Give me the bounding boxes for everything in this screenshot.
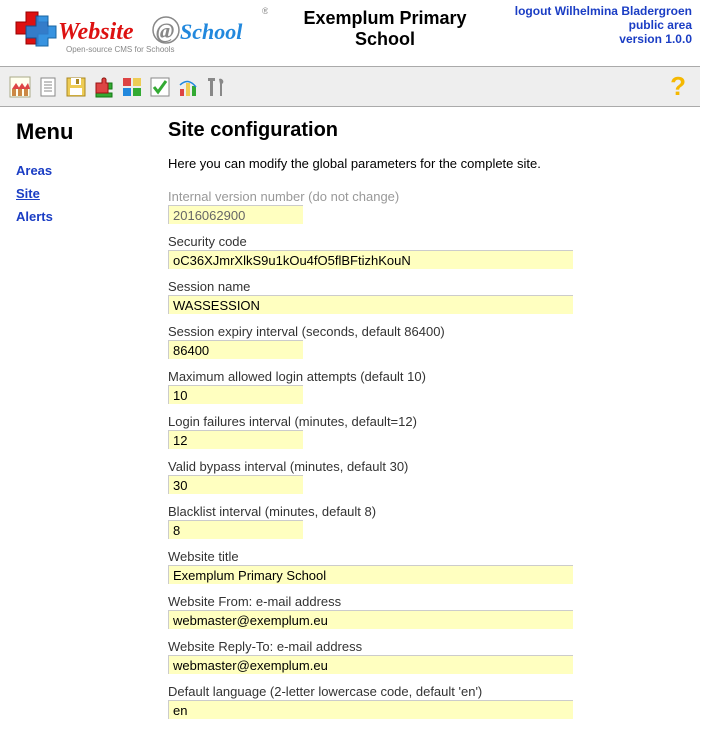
svg-text:Website: Website: [58, 19, 134, 45]
public-area-link[interactable]: public area: [629, 18, 692, 32]
field: Blacklist interval (minutes, default 8): [168, 504, 684, 539]
field: Internal version number (do not change): [168, 189, 684, 224]
sidebar-item-alerts[interactable]: Alerts: [16, 209, 152, 224]
version-label: version 1.0.0: [619, 32, 692, 46]
title-area: Exemplum Primary School: [278, 4, 492, 50]
field-input[interactable]: [168, 475, 303, 494]
field-label: Internal version number (do not change): [168, 189, 684, 204]
field-input[interactable]: [168, 340, 303, 359]
field-input[interactable]: [168, 655, 573, 674]
logo-area: Website @ School ® Open-source CMS for S…: [8, 4, 278, 62]
svg-text:®: ®: [262, 6, 268, 16]
field-label: Session name: [168, 279, 684, 294]
sidebar-item-site[interactable]: Site: [16, 186, 152, 201]
field: Website title: [168, 549, 684, 584]
school-name: Exemplum Primary School: [278, 4, 492, 50]
modules-icon[interactable]: [120, 75, 144, 99]
toolbar: ?: [0, 66, 700, 107]
toolbar-left: [8, 75, 228, 99]
puzzle-icon[interactable]: [92, 75, 116, 99]
field-input[interactable]: [168, 700, 573, 719]
help-icon[interactable]: ?: [664, 71, 692, 102]
svg-text:@: @: [156, 18, 174, 43]
field-input[interactable]: [168, 520, 303, 539]
field-label: Session expiry interval (seconds, defaul…: [168, 324, 684, 339]
sidebar-item-areas[interactable]: Areas: [16, 163, 152, 178]
logo[interactable]: Website @ School ® Open-source CMS for S…: [8, 4, 278, 62]
home-icon[interactable]: [8, 75, 32, 99]
field: Website From: e-mail address: [168, 594, 684, 629]
page-title: Site configuration: [168, 119, 684, 142]
field: Session expiry interval (seconds, defaul…: [168, 324, 684, 359]
field: Default language (2-letter lowercase cod…: [168, 684, 684, 719]
field: Website Reply-To: e-mail address: [168, 639, 684, 674]
field: Valid bypass interval (minutes, default …: [168, 459, 684, 494]
field-label: Login failures interval (minutes, defaul…: [168, 414, 684, 429]
field: Maximum allowed login attempts (default …: [168, 369, 684, 404]
field-label: Valid bypass interval (minutes, default …: [168, 459, 684, 474]
header: Website @ School ® Open-source CMS for S…: [0, 0, 700, 66]
field-label: Blacklist interval (minutes, default 8): [168, 504, 684, 519]
content: Site configuration Here you can modify t…: [160, 107, 700, 749]
svg-text:Open-source CMS for Schools: Open-source CMS for Schools: [66, 45, 175, 54]
tools-icon[interactable]: [204, 75, 228, 99]
sidebar: Menu Areas Site Alerts: [0, 107, 160, 749]
field-label: Website title: [168, 549, 684, 564]
stats-icon[interactable]: [176, 75, 200, 99]
user-area: logout Wilhelmina Bladergroen public are…: [492, 4, 692, 46]
field-label: Website From: e-mail address: [168, 594, 684, 609]
field-label: Website Reply-To: e-mail address: [168, 639, 684, 654]
field-input: [168, 205, 303, 224]
field-label: Maximum allowed login attempts (default …: [168, 369, 684, 384]
field: Session name: [168, 279, 684, 314]
svg-text:School: School: [180, 19, 243, 44]
check-icon[interactable]: [148, 75, 172, 99]
document-icon[interactable]: [36, 75, 60, 99]
field-label: Default language (2-letter lowercase cod…: [168, 684, 684, 699]
field-input[interactable]: [168, 250, 573, 269]
logout-link[interactable]: logout Wilhelmina Bladergroen: [515, 4, 692, 18]
menu-title: Menu: [16, 119, 152, 145]
field-input[interactable]: [168, 610, 573, 629]
page-intro: Here you can modify the global parameter…: [168, 156, 684, 171]
field-input[interactable]: [168, 385, 303, 404]
field-input[interactable]: [168, 295, 573, 314]
save-icon[interactable]: [64, 75, 88, 99]
field: Login failures interval (minutes, defaul…: [168, 414, 684, 449]
field: Security code: [168, 234, 684, 269]
field-input[interactable]: [168, 565, 573, 584]
field-label: Security code: [168, 234, 684, 249]
field-input[interactable]: [168, 430, 303, 449]
